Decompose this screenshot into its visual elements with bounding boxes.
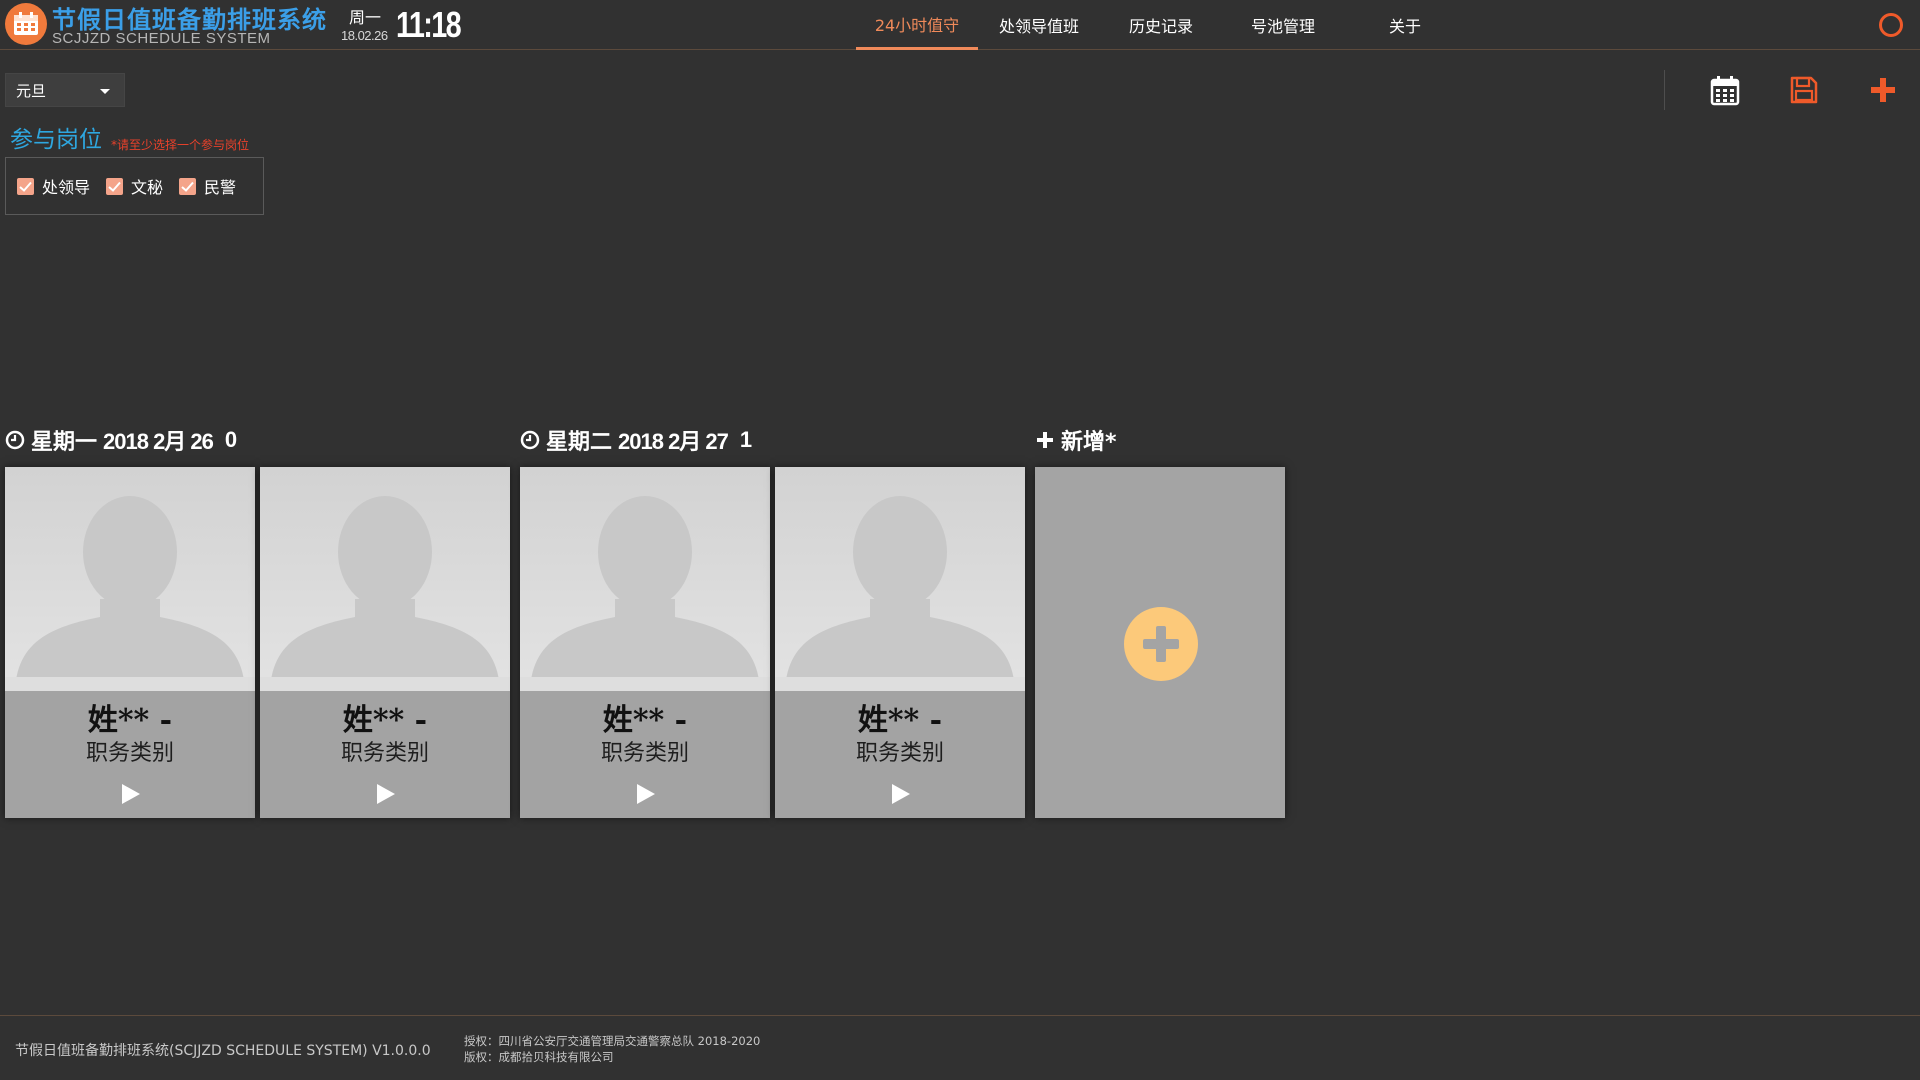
add-circle-icon[interactable] bbox=[1124, 607, 1198, 681]
day-header: 星期一 2018 2月 26 0 bbox=[5, 424, 237, 456]
current-time: 11:18 bbox=[396, 4, 462, 45]
person-role: 职务类别 bbox=[340, 741, 429, 766]
add-group-label: 新增* bbox=[1061, 430, 1117, 455]
positions-hint: *请至少选择一个参与岗位 bbox=[111, 138, 250, 152]
position-label: 民警 bbox=[204, 178, 237, 197]
chevron-down-icon bbox=[100, 89, 110, 94]
calendar-logo-icon bbox=[5, 3, 47, 45]
app-subtitle: SCJJZD SCHEDULE SYSTEM bbox=[52, 30, 271, 47]
duty-person-card[interactable]: 姓** - 职务类别 bbox=[520, 467, 770, 818]
add-duty-card[interactable] bbox=[1035, 467, 1285, 818]
position-checkbox-secretary[interactable]: 文秘 bbox=[106, 174, 163, 198]
current-weekday: 周一 bbox=[349, 8, 382, 27]
footer-credits: 授权：四川省公安厅交通管理局交通警察总队 2018-2020 版权：成都拾贝科技… bbox=[464, 1033, 760, 1065]
day-index: 1 bbox=[739, 427, 752, 452]
day-date: 2018 2月 26 bbox=[103, 429, 214, 454]
main-nav: 24小时值守 处领导值班 历史记录 号池管理 关于 bbox=[856, 0, 1466, 50]
duty-person-card[interactable]: 姓** - 职务类别 bbox=[775, 467, 1025, 818]
nav-tab-about[interactable]: 关于 bbox=[1344, 0, 1466, 50]
footer-license: 授权：四川省公安厅交通管理局交通警察总队 2018-2020 bbox=[464, 1034, 761, 1048]
position-checkbox-leader[interactable]: 处领导 bbox=[17, 174, 90, 198]
calendar-icon bbox=[1710, 76, 1740, 106]
person-role: 职务类别 bbox=[600, 741, 689, 766]
clock-icon bbox=[520, 430, 540, 450]
app-header: 节假日值班备勤排班系统 SCJJZD SCHEDULE SYSTEM 周一 18… bbox=[0, 0, 1920, 50]
play-icon[interactable] bbox=[122, 784, 140, 804]
save-button[interactable] bbox=[1784, 70, 1824, 110]
holiday-select[interactable]: 元旦 bbox=[5, 73, 125, 107]
day-weekday: 星期二 bbox=[546, 430, 613, 455]
positions-title: 参与岗位 bbox=[10, 127, 102, 153]
footer-version: 节假日值班备勤排班系统(SCJJZD SCHEDULE SYSTEM) V1.0… bbox=[15, 1043, 431, 1059]
play-icon[interactable] bbox=[892, 784, 910, 804]
avatar-placeholder bbox=[5, 467, 255, 691]
footer-copyright: 版权：成都拾贝科技有限公司 bbox=[464, 1050, 614, 1064]
person-name: 姓** - bbox=[857, 703, 943, 738]
checkbox-checked-icon[interactable] bbox=[179, 177, 197, 195]
add-icon bbox=[1871, 78, 1895, 102]
avatar-placeholder bbox=[520, 467, 770, 691]
nav-tab-24h-duty[interactable]: 24小时值守 bbox=[856, 0, 978, 50]
add-button[interactable] bbox=[1863, 70, 1903, 110]
current-date: 18.02.26 bbox=[341, 28, 388, 43]
position-label: 文秘 bbox=[131, 178, 164, 197]
position-label: 处领导 bbox=[42, 178, 91, 197]
person-name: 姓** - bbox=[342, 703, 428, 738]
power-icon[interactable] bbox=[1879, 13, 1903, 37]
duty-person-card[interactable]: 姓** - 职务类别 bbox=[260, 467, 510, 818]
day-weekday: 星期一 bbox=[31, 430, 98, 455]
save-icon bbox=[1790, 76, 1818, 104]
person-role: 职务类别 bbox=[855, 741, 944, 766]
holiday-select-value: 元旦 bbox=[16, 81, 47, 100]
play-icon[interactable] bbox=[637, 784, 655, 804]
avatar-placeholder bbox=[775, 467, 1025, 691]
nav-tab-leader-duty[interactable]: 处领导值班 bbox=[978, 0, 1100, 50]
person-role: 职务类别 bbox=[85, 741, 174, 766]
person-name: 姓** - bbox=[602, 703, 688, 738]
plus-icon bbox=[1037, 432, 1053, 448]
day-date: 2018 2月 27 bbox=[618, 429, 729, 454]
add-group-header[interactable]: 新增* bbox=[1035, 424, 1117, 456]
clock-icon bbox=[5, 430, 25, 450]
nav-tab-history[interactable]: 历史记录 bbox=[1100, 0, 1222, 50]
duty-person-card[interactable]: 姓** - 职务类别 bbox=[5, 467, 255, 818]
position-checkbox-police[interactable]: 民警 bbox=[179, 174, 236, 198]
avatar-placeholder bbox=[260, 467, 510, 691]
positions-group: 处领导 文秘 民警 bbox=[5, 157, 264, 215]
nav-tab-pool-management[interactable]: 号池管理 bbox=[1222, 0, 1344, 50]
play-icon[interactable] bbox=[377, 784, 395, 804]
app-footer: 节假日值班备勤排班系统(SCJJZD SCHEDULE SYSTEM) V1.0… bbox=[0, 1015, 1920, 1080]
person-name: 姓** - bbox=[87, 703, 173, 738]
checkbox-checked-icon[interactable] bbox=[106, 177, 124, 195]
checkbox-checked-icon[interactable] bbox=[17, 177, 34, 195]
day-index: 0 bbox=[224, 427, 237, 452]
day-header: 星期二 2018 2月 27 1 bbox=[520, 424, 752, 456]
toolbar-divider bbox=[1664, 70, 1665, 110]
calendar-button[interactable] bbox=[1705, 70, 1745, 110]
